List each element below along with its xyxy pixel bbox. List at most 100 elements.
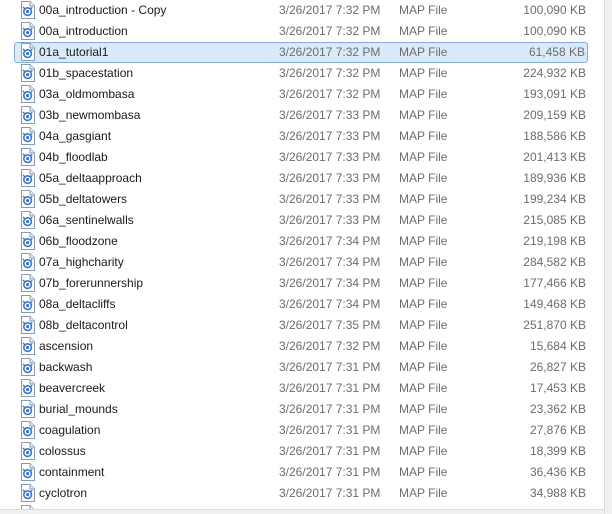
file-name: 03b_newmombasa [39,108,141,122]
file-size: 149,468 KB [523,297,586,311]
date-modified: 3/26/2017 7:31 PM [279,465,381,479]
file-row[interactable]: colossus 3/26/2017 7:31 PM MAP File 18,3… [0,441,604,462]
file-type: MAP File [399,423,448,437]
date-modified: 3/26/2017 7:31 PM [279,423,381,437]
map-file-icon [21,274,35,292]
file-row[interactable]: 00a_introduction - Copy 3/26/2017 7:32 P… [0,0,604,21]
file-row[interactable]: 08b_deltacontrol 3/26/2017 7:35 PM MAP F… [0,315,604,336]
file-name: ascension [39,339,94,353]
file-size: 215,085 KB [523,213,586,227]
file-row[interactable]: 00a_introduction 3/26/2017 7:32 PM MAP F… [0,21,604,42]
file-size: 61,458 KB [528,45,585,59]
file-name: burial_mounds [39,402,118,416]
file-size: 100,090 KB [523,3,586,17]
date-modified: 3/26/2017 7:34 PM [279,255,381,269]
file-row[interactable]: beavercreek 3/26/2017 7:31 PM MAP File 1… [0,378,604,399]
date-modified: 3/26/2017 7:31 PM [279,486,381,500]
date-modified: 3/26/2017 7:34 PM [279,276,381,290]
file-type: MAP File [399,192,448,206]
file-type: MAP File [399,255,448,269]
file-size: 177,466 KB [523,276,586,290]
file-size: 201,413 KB [523,150,586,164]
map-file-icon [21,421,35,439]
file-row[interactable]: 05a_deltaapproach 3/26/2017 7:33 PM MAP … [0,168,604,189]
file-size: 18,399 KB [529,444,586,458]
file-list: 00a_introduction - Copy 3/26/2017 7:32 P… [0,0,604,514]
date-modified: 3/26/2017 7:32 PM [279,87,381,101]
map-file-icon [21,169,35,187]
date-modified: 3/26/2017 7:35 PM [279,318,381,332]
file-size: 251,870 KB [523,318,586,332]
file-name: 06a_sentinelwalls [39,213,134,227]
map-file-icon [21,442,35,460]
file-name: 00a_introduction [39,24,128,38]
date-modified: 3/26/2017 7:31 PM [279,381,381,395]
file-name: 01a_tutorial1 [39,45,109,59]
file-size: 188,586 KB [523,129,586,143]
file-type: MAP File [399,276,448,290]
file-size: 17,453 KB [529,381,586,395]
date-modified: 3/26/2017 7:33 PM [279,213,381,227]
file-size: 23,362 KB [529,402,586,416]
file-name: 00a_introduction - Copy [39,3,167,17]
file-row[interactable]: coagulation 3/26/2017 7:31 PM MAP File 2… [0,420,604,441]
file-row[interactable]: burial_mounds 3/26/2017 7:31 PM MAP File… [0,399,604,420]
file-size: 26,827 KB [529,360,586,374]
file-size: 34,988 KB [529,486,586,500]
date-modified: 3/26/2017 7:32 PM [279,45,381,59]
file-type: MAP File [399,360,448,374]
date-modified: 3/26/2017 7:33 PM [279,192,381,206]
date-modified: 3/26/2017 7:32 PM [279,24,381,38]
date-modified: 3/26/2017 7:33 PM [279,129,381,143]
file-type: MAP File [399,339,448,353]
file-row[interactable]: 04a_gasgiant 3/26/2017 7:33 PM MAP File … [0,126,604,147]
file-row[interactable]: cyclotron 3/26/2017 7:31 PM MAP File 34,… [0,483,604,504]
map-file-icon [21,22,35,40]
date-modified: 3/26/2017 7:32 PM [279,339,381,353]
date-modified: 3/26/2017 7:33 PM [279,108,381,122]
file-size: 284,582 KB [523,255,586,269]
map-file-icon [21,106,35,124]
date-modified: 3/26/2017 7:33 PM [279,171,381,185]
vertical-scrollbar[interactable] [604,0,612,514]
file-name: coagulation [39,423,101,437]
file-type: MAP File [399,486,448,500]
file-type: MAP File [399,150,448,164]
map-file-icon [21,43,35,61]
file-name: cyclotron [39,486,88,500]
file-row[interactable]: 07b_forerunnership 3/26/2017 7:34 PM MAP… [0,273,604,294]
file-name: 01b_spacestation [39,66,134,80]
file-name: 04b_floodlab [39,150,108,164]
horizontal-scrollbar[interactable] [0,509,604,514]
file-row[interactable]: backwash 3/26/2017 7:31 PM MAP File 26,8… [0,357,604,378]
file-row[interactable]: 03a_oldmombasa 3/26/2017 7:32 PM MAP Fil… [0,84,604,105]
file-row[interactable]: 05b_deltatowers 3/26/2017 7:33 PM MAP Fi… [0,189,604,210]
file-type: MAP File [399,45,448,59]
file-row[interactable]: containment 3/26/2017 7:31 PM MAP File 3… [0,462,604,483]
map-file-icon [21,127,35,145]
file-name: 03a_oldmombasa [39,87,135,101]
map-file-icon [21,190,35,208]
file-row[interactable]: 04b_floodlab 3/26/2017 7:33 PM MAP File … [0,147,604,168]
file-row[interactable]: 01b_spacestation 3/26/2017 7:32 PM MAP F… [0,63,604,84]
file-row[interactable]: 06a_sentinelwalls 3/26/2017 7:33 PM MAP … [0,210,604,231]
file-type: MAP File [399,129,448,143]
file-size: 15,684 KB [529,339,586,353]
file-row[interactable]: ascension 3/26/2017 7:32 PM MAP File 15,… [0,336,604,357]
file-name: colossus [39,444,86,458]
file-name: 05a_deltaapproach [39,171,142,185]
file-row[interactable]: 06b_floodzone 3/26/2017 7:34 PM MAP File… [0,231,604,252]
file-size: 27,876 KB [529,423,586,437]
file-row-selected[interactable]: 01a_tutorial1 3/26/2017 7:32 PM MAP File… [14,42,588,63]
map-file-icon [21,148,35,166]
date-modified: 3/26/2017 7:34 PM [279,234,381,248]
map-file-icon [21,232,35,250]
map-file-icon [21,463,35,481]
file-row[interactable]: 07a_highcharity 3/26/2017 7:34 PM MAP Fi… [0,252,604,273]
map-file-icon [21,316,35,334]
file-name: 05b_deltatowers [39,192,128,206]
file-row[interactable]: 08a_deltacliffs 3/26/2017 7:34 PM MAP Fi… [0,294,604,315]
map-file-icon [21,295,35,313]
file-name: beavercreek [39,381,106,395]
file-row[interactable]: 03b_newmombasa 3/26/2017 7:33 PM MAP Fil… [0,105,604,126]
